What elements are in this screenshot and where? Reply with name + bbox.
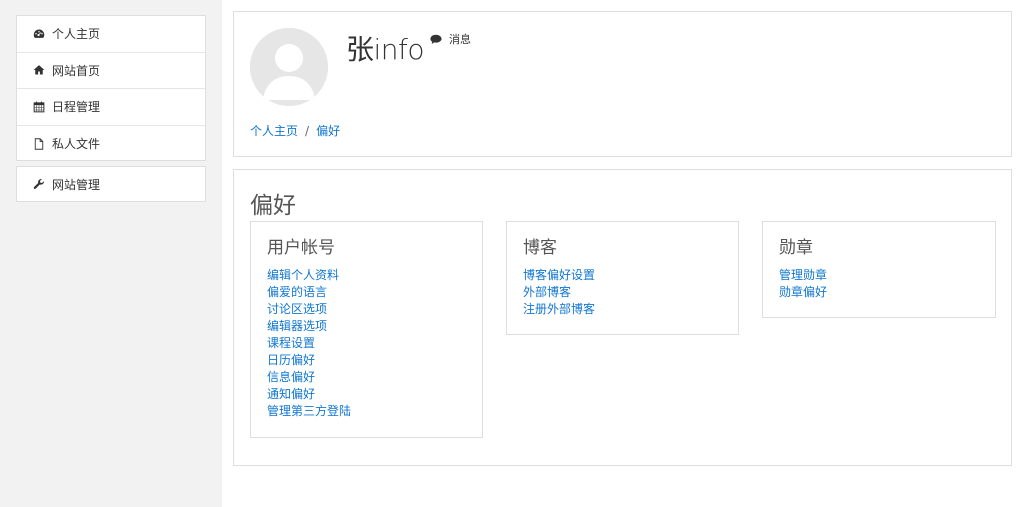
home-icon [32,64,45,77]
link-manage-third-party-login[interactable]: 管理第三方登陆 [267,403,466,420]
link-calendar-preferences[interactable]: 日历偏好 [267,352,466,369]
nav-item-private-files[interactable]: 私人文件 [17,126,205,163]
link-external-blogs[interactable]: 外部博客 [523,284,722,301]
category-user-account: 用户帐号 编辑个人资料 偏爱的语言 讨论区选项 编辑器选项 课程设置 日历偏好 … [250,221,483,438]
speech-bubble-icon [430,34,442,44]
nav-item-site-admin[interactable]: 网站管理 [17,167,205,201]
link-register-external-blog[interactable]: 注册外部博客 [523,301,722,318]
breadcrumb-link-dashboard[interactable]: 个人主页 [250,122,298,139]
link-preferred-language[interactable]: 偏爱的语言 [267,284,466,301]
calendar-icon [32,100,45,113]
link-editor-options[interactable]: 编辑器选项 [267,318,466,335]
breadcrumb-link-preferences[interactable]: 偏好 [316,122,340,139]
link-course-settings[interactable]: 课程设置 [267,335,466,352]
wrench-icon [32,178,45,191]
left-column: 个人主页 网站首页 日程管理 私人文件 网站管理 [0,0,222,507]
category-blog: 博客 博客偏好设置 外部博客 注册外部博客 [506,221,739,335]
admin-nav: 网站管理 [16,166,206,202]
nav-item-label: 私人文件 [52,137,101,152]
main-nav: 个人主页 网站首页 日程管理 私人文件 [16,15,206,161]
user-fullname: 张info [346,33,425,66]
link-badge-preferences[interactable]: 勋章偏好 [779,284,979,301]
link-edit-profile[interactable]: 编辑个人资料 [267,267,466,284]
nav-item-home[interactable]: 网站首页 [17,53,205,89]
page-header: 张info 消息 个人主页 / 偏好 [233,11,1012,157]
nav-item-label: 个人主页 [52,27,101,42]
link-message-preferences[interactable]: 信息偏好 [267,369,466,386]
link-blog-preferences[interactable]: 博客偏好设置 [523,267,722,284]
avatar[interactable] [250,28,328,106]
nav-item-calendar[interactable]: 日程管理 [17,89,205,126]
message-button[interactable]: 消息 [430,31,471,47]
dashboard-icon [32,27,45,40]
preferences-region: 偏好 用户帐号 编辑个人资料 偏爱的语言 讨论区选项 编辑器选项 课程设置 日历… [233,169,1012,466]
link-notification-preferences[interactable]: 通知偏好 [267,386,466,403]
file-icon [32,137,45,150]
nav-item-dashboard[interactable]: 个人主页 [17,16,205,53]
nav-item-label: 网站首页 [52,63,101,78]
nav-item-label: 网站管理 [52,177,101,192]
nav-item-label: 日程管理 [52,100,101,115]
link-manage-badges[interactable]: 管理勋章 [779,267,979,284]
category-badges: 勋章 管理勋章 勋章偏好 [762,221,996,318]
category-title: 用户帐号 [267,238,335,258]
breadcrumb: 个人主页 / 偏好 [250,122,340,139]
default-user-icon [250,28,328,106]
category-title: 博客 [523,238,557,258]
category-title: 勋章 [779,238,813,258]
message-label: 消息 [449,33,471,46]
link-forum-options[interactable]: 讨论区选项 [267,301,466,318]
page-title: 偏好 [250,193,296,219]
breadcrumb-separator: / [305,123,310,138]
